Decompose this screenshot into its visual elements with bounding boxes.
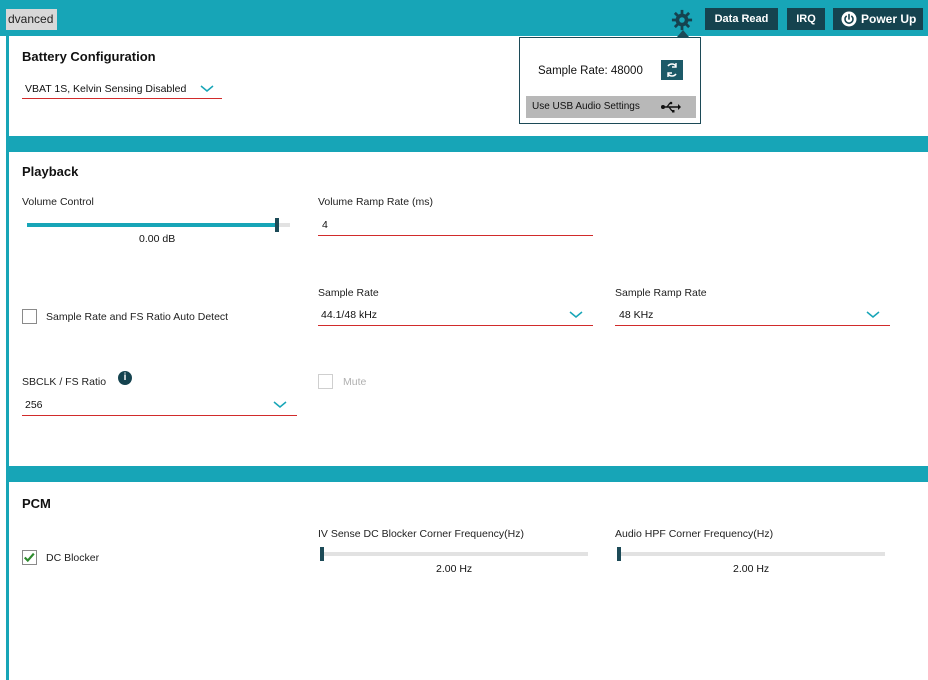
section-divider <box>6 466 928 482</box>
iv-sense-slider-track[interactable] <box>320 552 588 556</box>
playback-title: Playback <box>22 164 79 179</box>
sync-button[interactable] <box>661 60 683 80</box>
mute-checkbox[interactable] <box>318 374 333 389</box>
mute-label: Mute <box>343 376 367 388</box>
info-icon[interactable]: i <box>118 371 132 385</box>
chevron-down-icon[interactable] <box>273 401 287 409</box>
volume-value: 0.00 dB <box>139 233 176 245</box>
tab-advanced[interactable]: dvanced <box>6 9 58 30</box>
dc-blocker-checkbox[interactable] <box>22 550 37 565</box>
left-border <box>6 36 9 680</box>
audio-hpf-slider-thumb[interactable] <box>617 547 621 561</box>
auto-detect-checkbox[interactable] <box>22 309 37 324</box>
audio-hpf-label: Audio HPF Corner Frequency(Hz) <box>615 528 774 540</box>
iv-sense-slider-thumb[interactable] <box>320 547 324 561</box>
sample-ramp-underline <box>615 325 890 326</box>
use-usb-audio-button[interactable]: Use USB Audio Settings <box>526 96 696 118</box>
volume-ramp-underline <box>318 235 593 236</box>
power-icon <box>841 11 857 27</box>
pcm-title: PCM <box>22 496 51 511</box>
battery-config-select-value[interactable]: VBAT 1S, Kelvin Sensing Disabled <box>25 83 186 95</box>
sync-icon <box>667 63 677 77</box>
chevron-down-icon[interactable] <box>866 311 880 319</box>
settings-popover: Sample Rate: 48000 Use USB Audio Setting… <box>519 37 701 124</box>
gear-icon[interactable] <box>671 9 693 31</box>
sample-rate-underline <box>318 325 593 326</box>
checkmark-icon <box>23 552 35 563</box>
use-usb-audio-label: Use USB Audio Settings <box>532 101 640 112</box>
iv-sense-value: 2.00 Hz <box>436 563 473 575</box>
sbclk-underline <box>22 415 297 416</box>
audio-hpf-value: 2.00 Hz <box>733 563 770 575</box>
section-divider <box>6 136 928 152</box>
volume-slider-fill <box>27 223 277 227</box>
auto-detect-label: Sample Rate and FS Ratio Auto Detect <box>46 311 229 323</box>
volume-ramp-input[interactable]: 4 <box>322 219 328 231</box>
sample-rate-select-value[interactable]: 44.1/48 kHz <box>321 309 377 321</box>
irq-button[interactable]: IRQ <box>787 8 825 30</box>
sbclk-select-value[interactable]: 256 <box>25 399 43 411</box>
sample-rate-label: Sample Rate <box>318 287 379 299</box>
battery-config-title: Battery Configuration <box>22 49 156 64</box>
sbclk-label: SBCLK / FS Ratio <box>22 376 107 388</box>
power-up-label: Power Up <box>861 12 917 26</box>
battery-config-underline <box>22 98 222 99</box>
volume-control-label: Volume Control <box>22 196 94 208</box>
iv-sense-label: IV Sense DC Blocker Corner Frequency(Hz) <box>318 528 524 540</box>
data-read-button[interactable]: Data Read <box>705 8 778 30</box>
popover-pointer <box>677 30 689 37</box>
sample-ramp-label: Sample Ramp Rate <box>615 287 707 299</box>
chevron-down-icon[interactable] <box>569 311 583 319</box>
dc-blocker-label: DC Blocker <box>46 552 100 564</box>
volume-ramp-label: Volume Ramp Rate (ms) <box>318 196 433 208</box>
popover-sample-rate: Sample Rate: 48000 <box>538 65 643 77</box>
power-up-button[interactable]: Power Up <box>833 8 923 30</box>
usb-icon <box>661 101 681 113</box>
volume-slider-thumb[interactable] <box>275 218 279 232</box>
audio-hpf-slider-track[interactable] <box>617 552 885 556</box>
sample-ramp-select-value[interactable]: 48 KHz <box>619 309 653 321</box>
chevron-down-icon[interactable] <box>200 85 214 93</box>
